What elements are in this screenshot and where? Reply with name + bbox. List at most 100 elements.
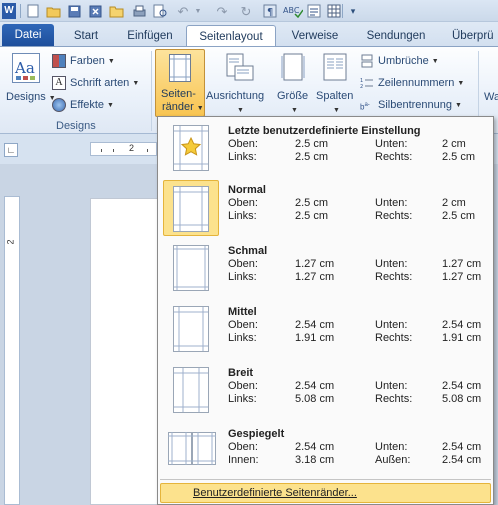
size-label: Größe (277, 90, 309, 102)
tab-selector-icon[interactable]: ∟ (4, 143, 18, 157)
margin-value-top: 2.5 cm (295, 138, 329, 150)
columns-button[interactable]: Spalten ▼ (314, 51, 358, 117)
new-doc-icon[interactable] (25, 3, 41, 19)
table-icon[interactable] (326, 3, 342, 19)
tab-file[interactable]: Datei (2, 24, 54, 46)
margin-label-bottom: Unten: (375, 258, 408, 270)
effects-text: Effekte (70, 99, 105, 111)
margin-option-moderate[interactable]: Mittel Oben: 2.54 cm Unten: 2.54 cm Link… (162, 300, 491, 356)
columns-caret: ▼ (333, 107, 340, 114)
margins-label-line2: ränder ▼ (162, 101, 204, 113)
custom-margins-label: Benutzerdefinierte Seitenränder... (193, 487, 357, 499)
fonts-text: Schrift arten (70, 77, 130, 89)
designs-icon: Aa (12, 53, 40, 83)
margins-button[interactable]: Seiten- ränder ▼ (155, 49, 205, 117)
close-icon[interactable] (87, 3, 103, 19)
effects-button[interactable]: Effekte ▼ (52, 96, 142, 114)
custom-margins-button[interactable]: Benutzerdefinierte Seitenränder... (160, 483, 491, 503)
format-icon[interactable] (306, 3, 322, 19)
orientation-button[interactable]: Ausrichtung ▼ (206, 51, 270, 117)
margin-label-outside: Außen: (375, 454, 411, 466)
margin-label-left: Links: (228, 210, 257, 222)
spelling-icon[interactable]: ABC (282, 3, 304, 19)
margin-label-left: Links: (228, 151, 257, 163)
ruler-tick (101, 149, 102, 152)
breaks-button[interactable]: Umbrüche ▼ (360, 52, 470, 70)
refresh-icon[interactable]: ↻ (238, 3, 254, 19)
margin-value-inside: 3.18 cm (295, 454, 335, 466)
ruler-tick (113, 149, 114, 152)
orientation-label: Ausrichtung (206, 90, 265, 102)
line-numbers-button[interactable]: 12 Zeilennummern ▼ (360, 74, 480, 92)
margin-preview-icon (173, 186, 209, 232)
designs-button[interactable]: Aa Designs ▼ (6, 53, 56, 117)
margin-label-left: Links: (228, 332, 257, 344)
redo-icon[interactable]: ↷ (214, 3, 230, 19)
margin-option-title: Gespiegelt (228, 428, 285, 440)
tab-mailings[interactable]: Sendungen (356, 25, 436, 46)
margin-label-right: Rechts: (375, 151, 413, 163)
margin-value-left: 1.91 cm (295, 332, 335, 344)
preview-icon[interactable] (152, 3, 168, 19)
horizontal-ruler[interactable]: 2 (90, 142, 157, 156)
margin-option-mirrored[interactable]: Gespiegelt Oben: 2.54 cm Unten: 2.54 cm … (162, 422, 491, 478)
margin-value-bottom: 2.54 cm (442, 319, 482, 331)
margin-value-left: 1.27 cm (295, 271, 335, 283)
group-divider (151, 51, 152, 131)
undo-icon[interactable]: ↶ (175, 3, 191, 19)
print-icon[interactable] (131, 3, 147, 19)
margin-preview-icon (173, 125, 209, 171)
margin-label-top: Oben: (228, 380, 258, 392)
margins-label-line1: Seiten- (161, 88, 196, 100)
margin-option-wide[interactable]: Breit Oben: 2.54 cm Unten: 2.54 cm Links… (162, 361, 491, 417)
margin-value-left: 5.08 cm (295, 393, 335, 405)
tab-review[interactable]: Überprü (444, 25, 498, 46)
margin-option-normal[interactable]: Normal Oben: 2.5 cm Unten: 2 cm Links: 2… (162, 178, 491, 236)
margin-value-bottom: 2 cm (442, 138, 466, 150)
save-icon[interactable] (66, 3, 82, 19)
tab-page-layout[interactable]: Seitenlayout (186, 25, 276, 47)
margin-label-right: Rechts: (375, 271, 413, 283)
line-numbers-icon: 12 (360, 76, 374, 90)
columns-label: Spalten (316, 90, 354, 102)
breaks-text: Umbrüche (378, 55, 429, 67)
size-button[interactable]: Größe ▼ (274, 51, 312, 117)
folder-icon[interactable] (108, 3, 124, 19)
toolbar-divider (20, 4, 21, 18)
vertical-ruler-tick-label: 2 (5, 239, 16, 245)
margin-value-top: 2.5 cm (295, 197, 329, 209)
tab-references[interactable]: Verweise (282, 25, 348, 46)
margins-icon (169, 54, 191, 82)
undo-dropdown-icon[interactable]: ▼ (190, 3, 206, 19)
word-app-icon[interactable]: W (2, 3, 16, 19)
colors-text: Farben (70, 55, 105, 67)
margin-preview-icon (168, 432, 216, 469)
margin-value-right: 1.27 cm (442, 271, 482, 283)
margin-option-title: Schmal (228, 245, 268, 257)
tab-insert[interactable]: Einfügen (118, 25, 182, 46)
margin-value-left: 2.5 cm (295, 151, 329, 163)
open-icon[interactable] (45, 3, 61, 19)
margin-label-right: Rechts: (375, 332, 413, 344)
margin-preview-icon (173, 367, 209, 413)
paragraph-icon[interactable]: ¶ (262, 3, 278, 19)
customize-icon[interactable]: ▾ (345, 3, 361, 19)
ribbon-tabs: Datei Start Einfügen Seitenlayout Verwei… (0, 22, 498, 47)
fonts-button[interactable]: A Schrift arten ▼ (52, 74, 152, 92)
margin-value-outside: 2.54 cm (442, 454, 482, 466)
orientation-caret: ▼ (237, 107, 244, 114)
margin-option-title: Letzte benutzerdefinierte Einstellung (228, 125, 421, 137)
tab-start[interactable]: Start (62, 25, 110, 46)
margin-label-bottom: Unten: (375, 319, 408, 331)
toolbar-divider (342, 4, 343, 18)
fonts-icon: A (52, 76, 66, 90)
cut-off-group-label: Wa (484, 91, 498, 103)
margin-option-narrow[interactable]: Schmal Oben: 1.27 cm Unten: 1.27 cm Link… (162, 239, 491, 295)
margin-label-left: Links: (228, 393, 257, 405)
margin-option-title: Breit (228, 367, 254, 379)
margin-option-last-custom[interactable]: Letzte benutzerdefinierte Einstellung Ob… (162, 119, 491, 175)
hyphenation-button[interactable]: ba- Silbentrennung ▼ (360, 96, 480, 114)
margin-label-right: Rechts: (375, 210, 413, 222)
vertical-ruler[interactable]: 2 (4, 196, 20, 505)
colors-button[interactable]: Farben ▼ (52, 52, 142, 70)
